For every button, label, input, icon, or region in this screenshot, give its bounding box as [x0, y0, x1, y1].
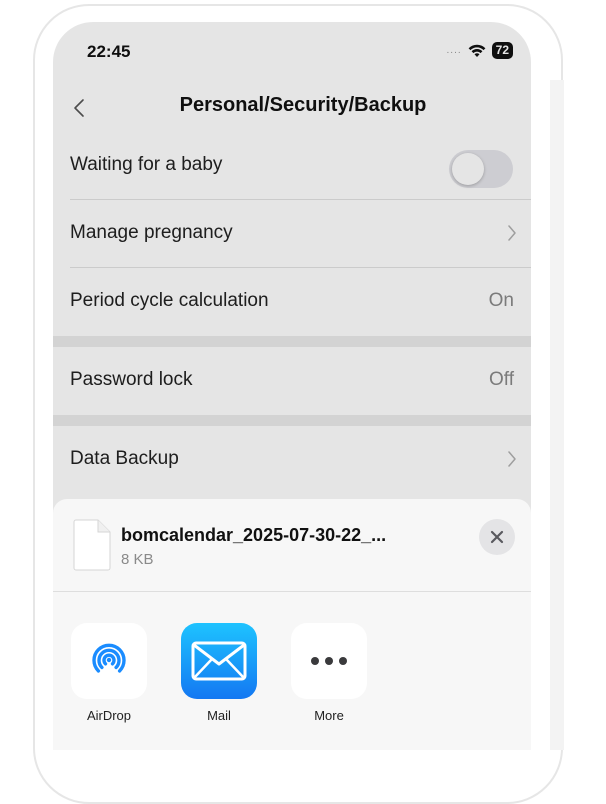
app-label: Mail	[207, 708, 231, 723]
mail-tile	[181, 623, 257, 699]
app-label: AirDrop	[86, 708, 132, 723]
more-icon	[311, 657, 347, 665]
file-name: bomcalendar_2025-07-30-22_...	[121, 525, 387, 545]
airdrop-icon	[92, 643, 126, 673]
close-icon	[490, 530, 504, 544]
airdrop-tile	[71, 623, 147, 699]
share-app-mail[interactable]: Mail	[181, 623, 257, 723]
close-button[interactable]	[479, 519, 515, 555]
share-app-more[interactable]: More	[291, 623, 367, 723]
phone-screen: 22:45 .... 72 Personal/Security/Backup W…	[53, 22, 531, 750]
share-sheet: bomcalendar_2025-07-30-22_... 8 KB AirDr…	[53, 499, 531, 750]
app-label: More	[314, 708, 344, 723]
sheet-divider	[53, 591, 531, 592]
more-tile	[291, 623, 367, 699]
file-icon	[73, 519, 111, 571]
share-apps-row: AirDrop Mail More	[53, 599, 531, 723]
frame-shadow	[550, 80, 564, 750]
mail-icon	[191, 641, 247, 681]
share-app-airdrop[interactable]: AirDrop	[71, 623, 147, 723]
file-size: 8 KB	[121, 551, 154, 568]
